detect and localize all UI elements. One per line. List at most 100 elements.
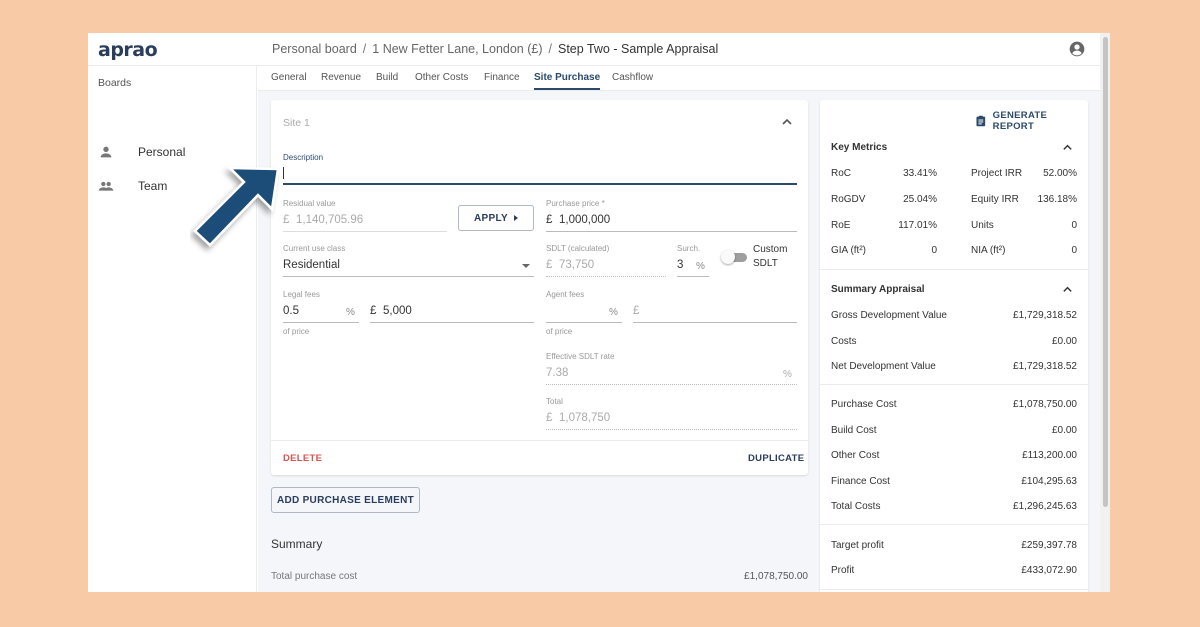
panel-divider xyxy=(820,269,1088,270)
agent-fees-prefix: £ xyxy=(633,305,640,317)
legal-fees-amount-underline xyxy=(370,322,534,323)
agent-fees-helper: of price xyxy=(546,327,573,336)
apply-button[interactable]: APPLY xyxy=(458,205,534,231)
custom-sdlt-label-line2: SDLT xyxy=(753,258,778,269)
appraisal-row-label: Net Development Value xyxy=(831,361,936,372)
legal-fees-percent-suffix: % xyxy=(346,307,355,318)
summary-row-value: £1,078,750.00 xyxy=(744,571,808,582)
summary-heading: Summary xyxy=(271,537,323,551)
purchase-price-label: Purchase price * xyxy=(546,199,605,208)
summary-appraisal-title: Summary Appraisal xyxy=(831,284,925,295)
chevron-up-icon[interactable] xyxy=(1062,284,1073,295)
sidebar-item-personal[interactable]: Personal xyxy=(88,138,256,166)
appraisal-row-value: £1,729,318.52 xyxy=(1013,310,1077,321)
sdlt-label: SDLT (calculated) xyxy=(546,244,610,253)
pointer-arrow-icon xyxy=(193,166,280,247)
legal-fees-percent-underline xyxy=(283,322,359,323)
summary-row-label: Total purchase cost xyxy=(271,571,358,582)
metric-value: 136.18% xyxy=(1037,194,1077,205)
purchase-price-underline xyxy=(546,231,797,232)
clipboard-icon xyxy=(976,115,986,127)
custom-sdlt-label-line1: Custom xyxy=(753,244,788,255)
purchase-price-input[interactable]: 1,000,000 xyxy=(559,214,610,226)
tab-cashflow[interactable]: Cashflow xyxy=(612,72,653,83)
total-prefix: £ xyxy=(546,412,553,424)
appraisal-row-value: £0.00 xyxy=(1051,425,1077,436)
tab-general[interactable]: General xyxy=(271,72,307,83)
total-label: Total xyxy=(546,397,563,406)
metric-value: 117.01% xyxy=(898,220,937,231)
agent-fees-amount-underline xyxy=(633,322,797,323)
appraisal-row-value: £104,295.63 xyxy=(1021,476,1077,487)
metric-value: 0 xyxy=(931,245,937,256)
generate-report-button[interactable]: GENERATE REPORT xyxy=(976,110,1088,132)
surcharge-input[interactable]: 3 xyxy=(677,259,683,271)
metric-label: RoGDV xyxy=(831,194,866,205)
legal-fees-label: Legal fees xyxy=(283,290,320,299)
panel-divider xyxy=(820,589,1088,590)
person-icon xyxy=(100,146,112,158)
metric-label: Units xyxy=(971,220,994,231)
duplicate-button[interactable]: DUPLICATE xyxy=(748,453,804,464)
breadcrumb-separator: / xyxy=(548,42,552,56)
account-circle-icon[interactable] xyxy=(1069,41,1085,57)
panel-divider xyxy=(820,384,1088,385)
chevron-up-icon[interactable] xyxy=(781,116,793,128)
custom-sdlt-label: Custom SDLT xyxy=(753,243,787,271)
apply-label: APPLY xyxy=(474,212,508,224)
delete-button[interactable]: DELETE xyxy=(283,453,322,464)
appraisal-row-label: Finance Cost xyxy=(831,476,890,487)
appraisal-row-value: £1,296,245.63 xyxy=(1013,501,1077,512)
legal-fees-percent-input[interactable]: 0.5 xyxy=(283,305,299,317)
aprao-logo[interactable]: aprao xyxy=(98,39,158,61)
dropdown-arrow-icon[interactable] xyxy=(522,264,530,268)
description-underline xyxy=(283,183,797,185)
metric-label: NIA (ft²) xyxy=(971,245,1006,256)
appraisal-row-label: Total Costs xyxy=(831,501,881,512)
legal-fees-prefix: £ xyxy=(370,305,377,317)
main-content: Site 1 Description Residual value £ 1,14… xyxy=(258,91,1100,592)
total-underline xyxy=(546,429,797,430)
residual-value-underline xyxy=(283,231,447,232)
add-purchase-element-button[interactable]: ADD PURCHASE ELEMENT xyxy=(271,487,420,513)
appraisal-row-label: Costs xyxy=(831,336,857,347)
metric-label: GIA (ft²) xyxy=(831,245,866,256)
chevron-up-icon[interactable] xyxy=(1062,142,1073,153)
page-scrollbar[interactable] xyxy=(1100,33,1110,592)
breadcrumb-separator: / xyxy=(362,42,367,56)
legal-fees-amount-input[interactable]: 5,000 xyxy=(383,305,412,317)
metric-value: 25.04% xyxy=(903,194,937,205)
appraisal-row-value: £433,072.90 xyxy=(1021,565,1077,576)
tab-revenue[interactable]: Revenue xyxy=(321,72,361,83)
site-title: Site 1 xyxy=(283,117,310,129)
tab-other-costs[interactable]: Other Costs xyxy=(415,72,468,83)
tab-site-purchase[interactable]: Site Purchase xyxy=(534,72,601,90)
breadcrumb-project[interactable]: 1 New Fetter Lane, London (£) xyxy=(372,42,542,56)
appraisal-row-value: £1,078,750.00 xyxy=(1013,399,1077,410)
card-divider xyxy=(271,440,808,441)
site-card: Site 1 Description Residual value £ 1,14… xyxy=(271,100,808,475)
breadcrumb: Personal board / 1 New Fetter Lane, London… xyxy=(272,42,718,56)
surcharge-suffix: % xyxy=(696,261,705,272)
breadcrumb-board[interactable]: Personal board xyxy=(272,42,357,56)
appraisal-tabs: General Revenue Build Other Costs Financ… xyxy=(258,67,1100,91)
use-class-select[interactable]: Residential xyxy=(283,259,340,271)
play-arrow-icon xyxy=(513,215,518,221)
sdlt-value: 73,750 xyxy=(559,259,595,271)
effective-sdlt-suffix: % xyxy=(783,369,792,380)
app-window: aprao Personal board / 1 New Fetter Lane, … xyxy=(88,33,1110,592)
metrics-panel: GENERATE REPORT Key Metrics RoC 33.41% P… xyxy=(820,100,1088,592)
metric-value: 0 xyxy=(1071,245,1077,256)
tab-build[interactable]: Build xyxy=(376,72,398,83)
custom-sdlt-toggle[interactable] xyxy=(721,250,747,264)
generate-report-label: GENERATE REPORT xyxy=(992,110,1048,132)
sdlt-underline xyxy=(546,276,666,277)
tab-finance[interactable]: Finance xyxy=(484,72,520,83)
total-value: 1,078,750 xyxy=(559,412,611,424)
appraisal-row-value: £1,729,318.52 xyxy=(1013,361,1077,372)
breadcrumb-appraisal: Step Two - Sample Appraisal xyxy=(558,42,719,56)
residual-value-input[interactable]: 1,140,705.96 xyxy=(296,214,363,226)
scrollbar-thumb[interactable] xyxy=(1103,37,1108,507)
agent-fees-percent-underline xyxy=(546,322,622,323)
metric-label: RoC xyxy=(831,168,852,179)
